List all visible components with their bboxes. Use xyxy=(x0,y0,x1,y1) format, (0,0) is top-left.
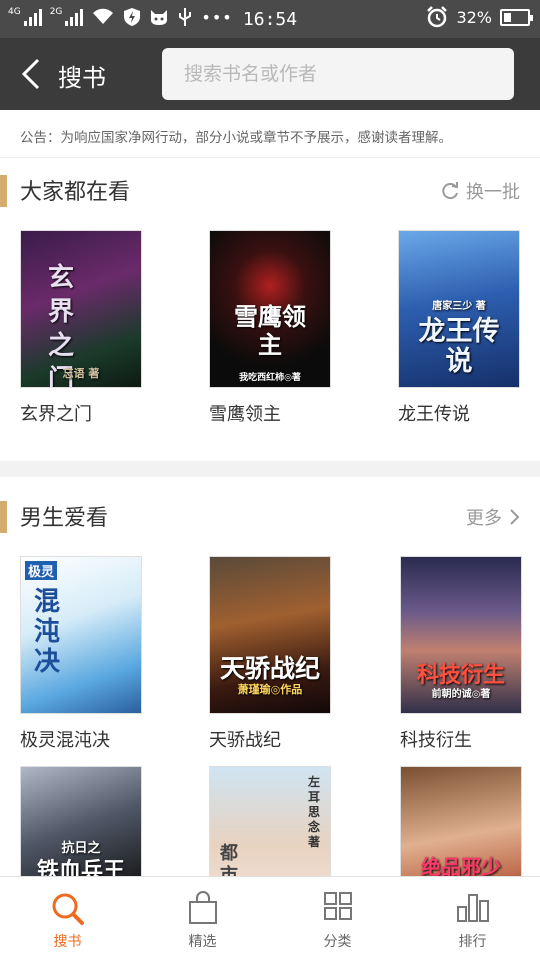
more-label: 更多 xyxy=(466,508,502,529)
book-cover: 龙王传说 唐家三少 著 xyxy=(398,230,520,388)
book-title: 雪鹰领主 xyxy=(209,404,281,425)
tab-label: 排行 xyxy=(458,934,487,950)
tab-category[interactable]: 分类 xyxy=(270,877,405,961)
alarm-icon xyxy=(427,6,448,28)
book-cover: 科技衍生 前朝的诚◎著 xyxy=(400,556,522,714)
bottom-tab-bar: 搜书 精选 分类 排行 xyxy=(0,876,540,960)
bag-icon xyxy=(188,891,217,924)
cover-byline: 极灵 xyxy=(25,561,58,580)
section-divider xyxy=(0,461,540,477)
search-icon xyxy=(52,893,84,925)
book-card[interactable]: 科技衍生 前朝的诚◎著 科技衍生 xyxy=(400,556,524,752)
book-cover: 雪鹰领主 我吃西红柿◎著 xyxy=(209,230,331,388)
book-card[interactable]: 极灵 混沌决 极灵混沌决 xyxy=(20,556,144,752)
book-card[interactable]: 天骄战纪 萧瑾瑜◎作品 天骄战纪 xyxy=(209,556,333,752)
tab-label: 搜书 xyxy=(53,934,82,950)
refresh-icon xyxy=(442,182,458,200)
battery-percent: 32% xyxy=(456,7,492,27)
book-cover: 玄界之门 忘语 著 xyxy=(20,230,142,388)
cover-title: 天骄战纪 xyxy=(219,654,320,683)
status-right: 32% xyxy=(426,6,533,28)
cover-byline: 我吃西红柿◎著 xyxy=(239,373,301,383)
more-button[interactable]: 更多 xyxy=(466,504,520,530)
tab-ranking[interactable]: 排行 xyxy=(405,877,540,961)
cover-byline: 左耳思念 著 xyxy=(307,775,320,849)
cover-byline: 唐家三少 著 xyxy=(432,301,486,312)
tab-featured[interactable]: 精选 xyxy=(135,877,270,961)
book-card[interactable]: 雪鹰领主 我吃西红柿◎著 雪鹰领主 xyxy=(209,230,333,426)
book-title: 科技衍生 xyxy=(400,730,472,751)
chevron-left-icon xyxy=(21,58,40,90)
section-header-male: 男生爱看 更多 xyxy=(0,498,540,538)
ranking-icon xyxy=(456,894,489,922)
section-accent-bar xyxy=(0,501,7,533)
book-title: 天骄战纪 xyxy=(209,730,281,751)
notice-banner: 公告：为响应国家净网行动，部分小说或章节不予展示，感谢读者理解。 xyxy=(0,110,540,158)
grid-icon xyxy=(323,892,352,920)
back-button[interactable] xyxy=(18,56,48,92)
refresh-button[interactable]: 换一批 xyxy=(440,178,520,204)
cover-byline: 前朝的诚◎著 xyxy=(431,689,491,700)
chevron-right-icon xyxy=(510,509,520,525)
section-title: 男生爱看 xyxy=(20,506,109,531)
book-title: 极灵混沌决 xyxy=(20,730,110,751)
cover-title: 混沌决 xyxy=(33,587,60,677)
battery-icon xyxy=(500,8,533,26)
tab-label: 精选 xyxy=(188,934,217,950)
status-bar: 4G 2G ••• 16:54 32% xyxy=(0,0,540,38)
refresh-label: 换一批 xyxy=(466,182,520,203)
section-accent-bar xyxy=(0,175,7,207)
cover-byline: 萧瑾瑜◎作品 xyxy=(237,683,303,696)
search-input[interactable] xyxy=(162,48,514,100)
book-cover: 极灵 混沌决 xyxy=(20,556,142,714)
cover-title: 龙王传说 xyxy=(418,316,500,377)
tab-label: 分类 xyxy=(323,934,352,950)
tab-search[interactable]: 搜书 xyxy=(0,877,135,961)
cover-byline: 忘语 著 xyxy=(62,367,100,380)
book-title: 龙王传说 xyxy=(398,404,470,425)
book-cover: 天骄战纪 萧瑾瑜◎作品 xyxy=(209,556,331,714)
book-card[interactable]: 龙王传说 唐家三少 著 龙王传说 xyxy=(398,230,522,426)
page-title: 搜书 xyxy=(58,64,106,92)
section-header-popular: 大家都在看 换一批 xyxy=(0,172,540,212)
top-bar: 搜书 xyxy=(0,38,540,110)
book-card[interactable]: 玄界之门 忘语 著 玄界之门 xyxy=(20,230,144,426)
battery-level xyxy=(504,12,512,22)
cover-title: 雪鹰领主 xyxy=(234,302,306,359)
section-title: 大家都在看 xyxy=(20,180,131,205)
book-title: 玄界之门 xyxy=(20,404,92,425)
